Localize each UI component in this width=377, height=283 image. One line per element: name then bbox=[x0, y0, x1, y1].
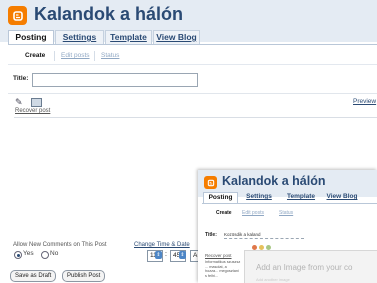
minute-spinner-icon[interactable]: ⇕ bbox=[179, 251, 186, 259]
tab-posting[interactable]: Posting bbox=[8, 30, 54, 44]
toolbar-divider bbox=[14, 117, 377, 118]
overlay-title-value[interactable]: Kozösdik a kaland bbox=[224, 231, 304, 239]
add-image-dialog-title: Add an Image from your co bbox=[256, 263, 353, 272]
recover-post-link[interactable]: Recover post bbox=[15, 108, 50, 114]
overlay-recover-post-link[interactable]: Recover post bbox=[205, 253, 232, 258]
overlay-screenshot: Kalandok a hálón Posting Settings Templa… bbox=[198, 170, 377, 283]
comments-no-label: No bbox=[50, 250, 59, 257]
time-colon: : bbox=[165, 251, 167, 258]
overlay-subtab-status[interactable]: Status bbox=[279, 210, 293, 216]
tab-divider bbox=[8, 44, 377, 45]
blog-title: Kalandok a hálón bbox=[34, 4, 184, 24]
subtab-create[interactable]: Create bbox=[25, 52, 45, 59]
overlay-tab-divider bbox=[202, 203, 377, 204]
add-image-dialog-subtitle: Add another image bbox=[256, 277, 290, 282]
tab-view-blog[interactable]: View Blog bbox=[153, 30, 200, 44]
comments-yes-label: Yes bbox=[23, 250, 34, 257]
title-input[interactable] bbox=[32, 73, 198, 87]
tab-settings[interactable]: Settings bbox=[55, 30, 104, 44]
overlay-tab-template[interactable]: Template bbox=[284, 192, 318, 202]
overlay-post-body-text: Informatikus szuszsz ... masolat, a hozz… bbox=[205, 260, 241, 278]
preview-link[interactable]: Preview bbox=[353, 98, 376, 105]
overlay-subtab-create[interactable]: Create bbox=[216, 210, 232, 216]
subtab-divider bbox=[94, 51, 95, 61]
overlay-blog-title: Kalandok a hálón bbox=[222, 174, 326, 188]
hour-spinner-icon[interactable]: ⇕ bbox=[155, 251, 162, 259]
subtab-status[interactable]: Status bbox=[101, 52, 119, 59]
subtab-underline bbox=[8, 64, 377, 65]
subtab-edit-posts[interactable]: Edit posts bbox=[61, 52, 90, 59]
title-label: Title: bbox=[13, 75, 29, 82]
image-icon[interactable] bbox=[31, 98, 42, 107]
change-time-link[interactable]: Change Time & Date bbox=[134, 242, 190, 248]
blogger-logo-icon bbox=[8, 6, 27, 25]
subtab-divider bbox=[54, 51, 55, 61]
compose-icon[interactable]: ✎ bbox=[15, 97, 23, 107]
save-draft-button[interactable]: Save as Draft bbox=[10, 270, 57, 282]
overlay-tab-posting[interactable]: Posting bbox=[203, 192, 238, 203]
comments-yes-radio[interactable] bbox=[14, 251, 22, 259]
allow-comments-label: Allow New Comments on This Post bbox=[13, 242, 107, 248]
overlay-blogger-logo-icon bbox=[204, 176, 217, 189]
overlay-tab-settings[interactable]: Settings bbox=[241, 192, 277, 202]
publish-post-button[interactable]: Publish Post bbox=[62, 270, 106, 282]
tab-template[interactable]: Template bbox=[105, 30, 152, 44]
overlay-tab-view-blog[interactable]: View Blog bbox=[325, 192, 359, 202]
comments-no-radio[interactable] bbox=[41, 251, 49, 259]
overlay-subtab-edit-posts[interactable]: Edit posts bbox=[242, 210, 264, 216]
overlay-title-label: Title: bbox=[205, 232, 217, 238]
